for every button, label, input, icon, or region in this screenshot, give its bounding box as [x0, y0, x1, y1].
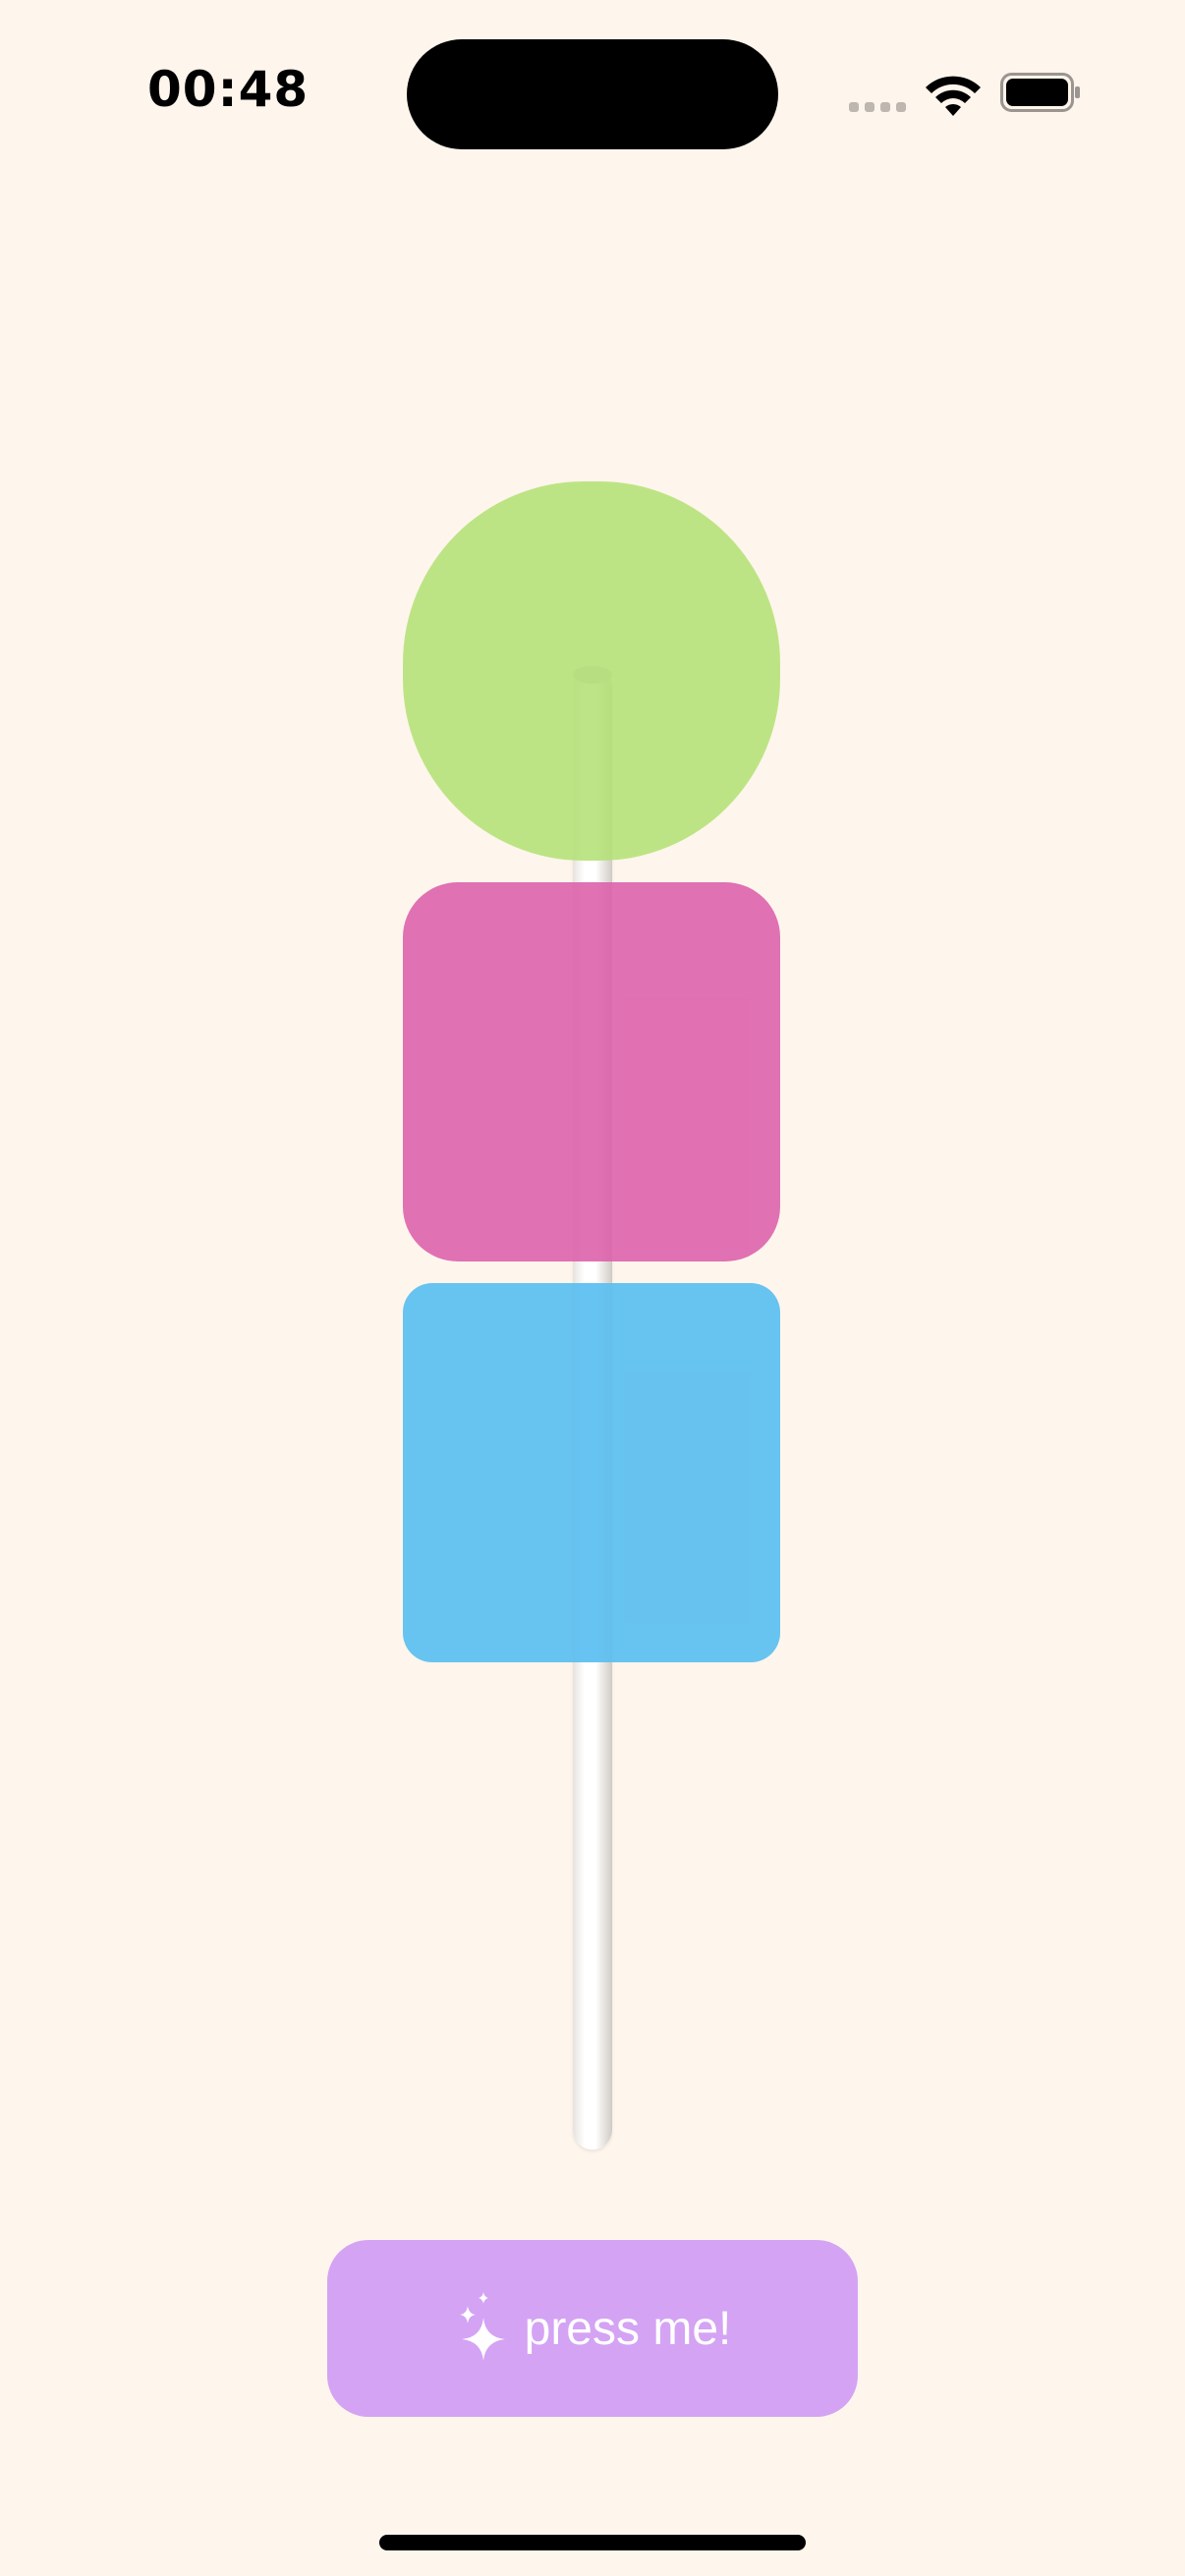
home-indicator[interactable]: [379, 2535, 806, 2550]
candy-blue-square: [403, 1283, 780, 1662]
status-time: 00:48: [147, 61, 310, 118]
press-me-button[interactable]: press me!: [327, 2240, 858, 2417]
dynamic-island: [407, 39, 778, 149]
cellular-signal-icon: [849, 102, 906, 112]
press-me-label: press me!: [524, 2302, 732, 2355]
sparkles-icon: [459, 2292, 505, 2361]
candy-pink-rounded-square: [403, 882, 780, 1261]
battery-icon: [1000, 73, 1080, 112]
candy-green-circle: [403, 481, 780, 861]
wifi-icon: [926, 76, 981, 116]
